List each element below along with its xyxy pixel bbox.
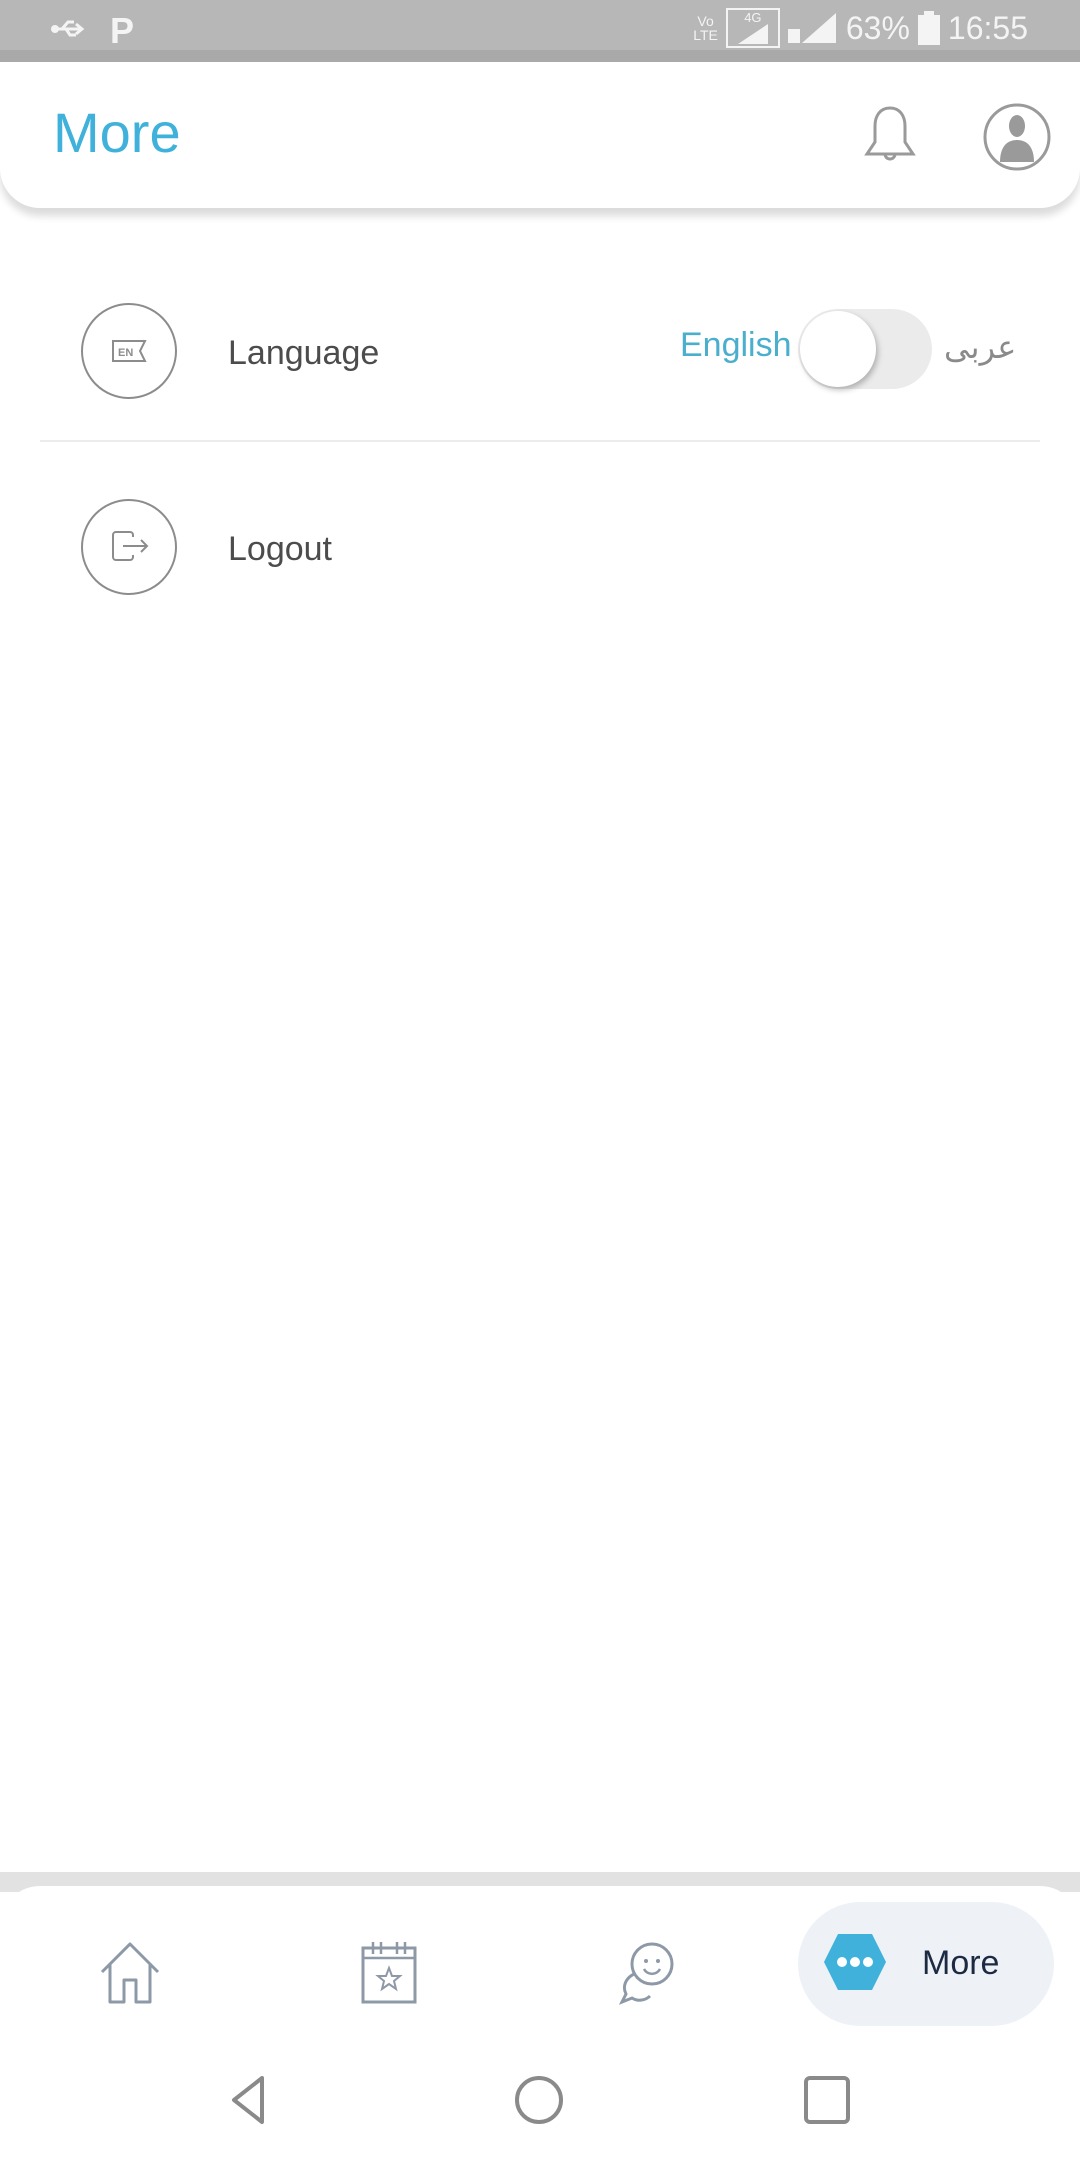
battery-icon bbox=[917, 11, 940, 45]
sim2-signal-icon bbox=[787, 13, 836, 43]
nav-back-button[interactable] bbox=[222, 2070, 282, 2130]
divider bbox=[40, 440, 1040, 442]
toggle-knob[interactable] bbox=[800, 311, 876, 387]
logout-label: Logout bbox=[228, 530, 332, 568]
nav-home-button[interactable] bbox=[509, 2070, 569, 2130]
nav-recents-button[interactable] bbox=[797, 2070, 857, 2130]
arabic-option[interactable]: عربى bbox=[944, 328, 1016, 366]
app-header: More bbox=[0, 62, 1080, 208]
usb-icon bbox=[50, 14, 90, 49]
notifications-button[interactable] bbox=[855, 102, 925, 172]
volte-indicator: Vo LTE bbox=[693, 13, 718, 43]
system-nav-bar bbox=[0, 2052, 1080, 2142]
svg-text:EN: EN bbox=[118, 347, 133, 359]
logout-icon-circle bbox=[81, 499, 177, 595]
clock: 16:55 bbox=[947, 9, 1028, 46]
language-en-icon: EN bbox=[112, 340, 147, 362]
status-bar-shadow bbox=[0, 50, 1080, 62]
bell-icon bbox=[864, 106, 916, 161]
recents-icon bbox=[804, 2076, 850, 2124]
tab-more[interactable]: More bbox=[798, 1902, 1054, 2026]
tab-home[interactable] bbox=[90, 1934, 170, 2014]
parking-app-icon: P bbox=[110, 10, 135, 51]
sim1-signal-icon: 4G bbox=[725, 8, 780, 48]
back-icon bbox=[232, 2076, 264, 2124]
page-title: More bbox=[53, 101, 181, 164]
profile-button[interactable] bbox=[982, 102, 1052, 172]
tab-chat[interactable] bbox=[606, 1934, 686, 2014]
logout-icon bbox=[112, 531, 149, 561]
logout-row[interactable]: Logout bbox=[40, 488, 1040, 608]
tab-events[interactable] bbox=[349, 1934, 429, 2014]
profile-icon bbox=[983, 103, 1051, 171]
home-circle-icon bbox=[515, 2076, 563, 2124]
english-option[interactable]: English bbox=[680, 326, 792, 365]
language-icon-circle: EN bbox=[81, 303, 177, 399]
tab-more-label: More bbox=[922, 1944, 1000, 1982]
more-icon bbox=[824, 1934, 886, 1990]
chat-smile-icon bbox=[618, 1942, 674, 2005]
battery-percent: 63% bbox=[845, 9, 910, 46]
home-icon bbox=[100, 1942, 160, 2004]
language-label: Language bbox=[228, 334, 380, 372]
calendar-star-icon bbox=[361, 1942, 417, 2004]
language-toggle[interactable] bbox=[798, 309, 932, 389]
